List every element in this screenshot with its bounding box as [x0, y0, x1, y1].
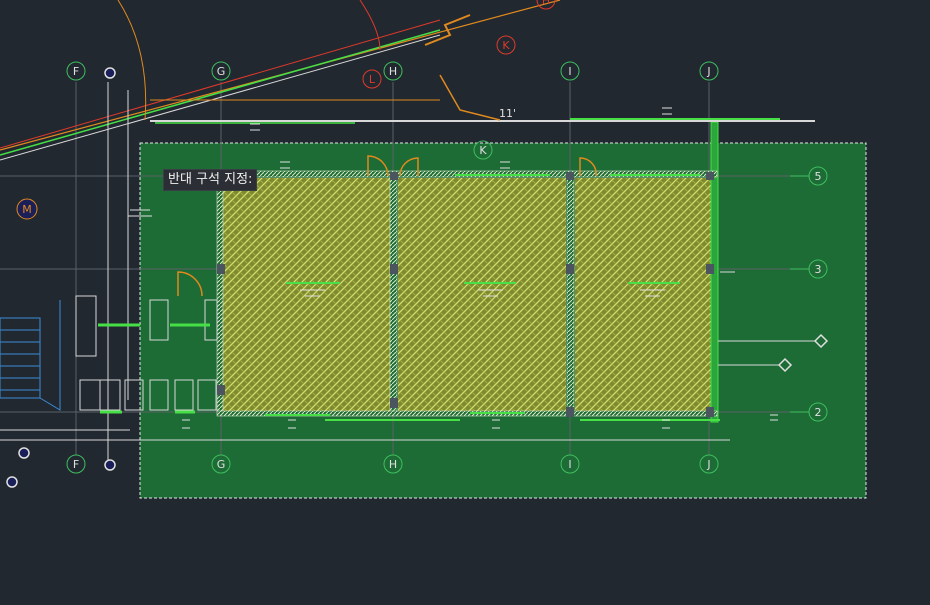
orange-callout: M [16, 198, 38, 220]
grid-label-bottom: J [706, 458, 710, 471]
prompt-text: 반대 구석 지정: [168, 172, 253, 187]
grid-label-bottom: I [568, 458, 571, 471]
orange-label: M [22, 203, 32, 216]
grid-label-top: H [389, 65, 397, 78]
room-hatch-areas [222, 178, 711, 412]
grid-label-top: J [706, 65, 710, 78]
stair-area [0, 300, 61, 411]
dimension-text: 11' [499, 107, 516, 120]
grid-label-top: I [568, 65, 571, 78]
red-label: K [502, 39, 510, 52]
grid-label-bottom: H [389, 458, 397, 471]
red-label: L [369, 73, 376, 86]
row-label: 5 [815, 170, 822, 183]
grid-label-top: G [217, 65, 226, 78]
diagonal-wall-lines [0, 0, 561, 161]
red-label: H [542, 0, 550, 7]
green-label: K [479, 144, 487, 157]
grid-label-bottom: G [217, 458, 226, 471]
row-label: 2 [815, 406, 822, 419]
grid-label-top: F [73, 65, 79, 78]
row-label: 3 [815, 263, 822, 276]
drawing-canvas[interactable]: F G H I J F G H I J 5 3 2 K L H K M 11' [0, 0, 930, 605]
grid-label-bottom: F [73, 458, 79, 471]
grid-bubbles-top: F G H I J [66, 61, 719, 81]
command-prompt-tooltip: 반대 구석 지정: [163, 169, 258, 191]
